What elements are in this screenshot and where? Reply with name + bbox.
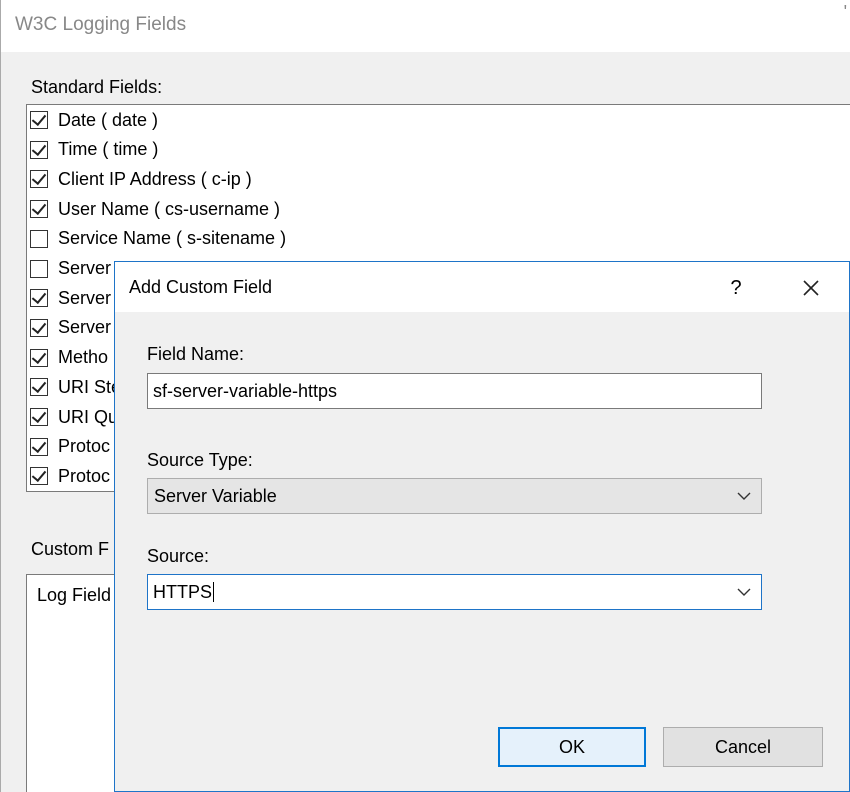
field-row[interactable]: User Name ( cs-username ) [30, 195, 280, 223]
field-label: Server [58, 317, 112, 338]
standard-fields-label: Standard Fields: [31, 77, 163, 97]
field-label: Protoc [58, 465, 111, 486]
field-label: Service Name ( s-sitename ) [58, 228, 287, 249]
cancel-button[interactable]: Cancel [663, 727, 823, 767]
custom-fields-label: Custom F [31, 539, 110, 559]
field-row[interactable]: Date ( date ) [30, 106, 158, 134]
source-type-value: Server Variable [154, 486, 277, 506]
checkbox-checked[interactable] [30, 318, 48, 337]
field-label: Date ( date ) [58, 109, 159, 130]
field-label: Protoc [58, 436, 111, 457]
help-button[interactable]: ? [721, 273, 751, 303]
checkbox-checked[interactable] [30, 111, 48, 129]
log-field-column-header[interactable]: Log Field [37, 585, 111, 606]
field-row[interactable]: Protoc [30, 462, 110, 490]
field-name-label: Field Name: [147, 344, 245, 364]
field-label: Server [58, 258, 112, 278]
checkbox-checked[interactable] [30, 200, 48, 219]
text-caret [213, 582, 215, 602]
source-type-select[interactable]: Server Variable [147, 478, 762, 514]
field-row[interactable]: Protoc [30, 433, 110, 461]
chevron-down-icon[interactable] [737, 585, 751, 599]
field-label: Client IP Address ( c-ip ) [58, 168, 252, 189]
checkbox-checked[interactable] [30, 408, 48, 426]
source-type-label: Source Type: [147, 450, 253, 470]
chevron-down-icon [737, 492, 751, 500]
add-custom-field-dialog: Add Custom Field ? Field Name: sf-server… [114, 261, 850, 792]
dialog-titlebar: Add Custom Field ? [115, 262, 849, 312]
checkbox-checked[interactable] [30, 170, 48, 189]
checkbox-checked[interactable] [30, 378, 48, 397]
source-label: Source: [147, 546, 210, 566]
field-row[interactable]: Server [30, 255, 111, 283]
field-row[interactable]: Client IP Address ( c-ip ) [30, 165, 252, 193]
field-row[interactable]: Server [30, 284, 111, 312]
field-row[interactable]: Metho [30, 344, 108, 372]
window-titlebar: W3C Logging Fields ' [1, 0, 850, 52]
source-combobox[interactable]: HTTPS [147, 574, 762, 610]
checkbox-checked[interactable] [30, 140, 48, 159]
checkbox-checked[interactable] [30, 467, 48, 486]
checkbox-unchecked[interactable] [30, 229, 48, 248]
field-label: Time ( time ) [58, 139, 159, 160]
source-value: HTTPS [153, 582, 213, 602]
close-button[interactable] [793, 273, 829, 303]
checkbox-unchecked[interactable] [30, 259, 48, 278]
checkbox-checked[interactable] [30, 437, 48, 456]
field-row[interactable]: Service Name ( s-sitename ) [30, 225, 286, 253]
field-label: URI Ste [58, 376, 122, 397]
field-row[interactable]: Server [30, 314, 111, 342]
window-title: W3C Logging Fields [15, 14, 187, 35]
close-icon [803, 280, 819, 296]
field-row[interactable]: Time ( time ) [30, 136, 158, 164]
dialog-title: Add Custom Field [129, 277, 273, 297]
field-name-input[interactable]: sf-server-variable-https [147, 373, 762, 409]
field-label: Metho [58, 347, 109, 368]
window-close-fragment[interactable]: ' [844, 2, 847, 23]
screen: W3C Logging Fields ' Standard Fields: Da… [0, 0, 850, 792]
checkbox-checked[interactable] [30, 348, 48, 367]
field-label: User Name ( cs-username ) [58, 198, 281, 219]
field-label: URI Qu [58, 406, 119, 427]
field-label: Server [58, 287, 112, 308]
checkbox-checked[interactable] [30, 289, 48, 308]
field-row[interactable]: URI Qu [30, 403, 118, 431]
ok-button[interactable]: OK [498, 727, 646, 767]
field-row[interactable]: URI Ste [30, 373, 121, 401]
